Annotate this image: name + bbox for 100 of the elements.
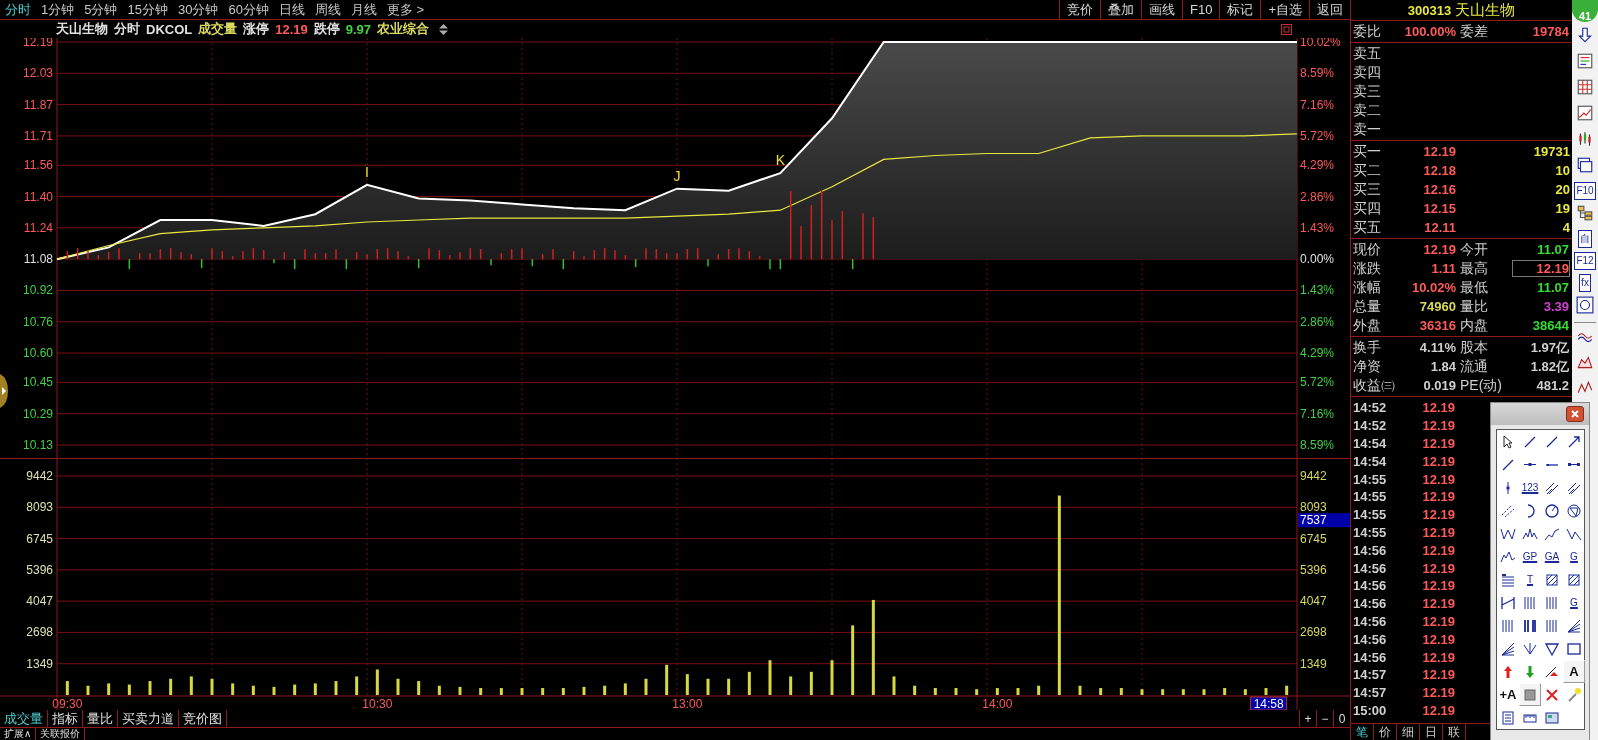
volume-bar — [127, 684, 131, 695]
tree-icon[interactable] — [1576, 204, 1594, 222]
horizontal-line-icon — [1546, 463, 1558, 466]
bottom-tab[interactable]: 成交量 — [0, 710, 48, 727]
checklist-icon[interactable] — [1576, 52, 1594, 70]
axis-label: 10.29 — [22, 406, 53, 421]
bottom-tab[interactable]: 扩展∧ — [0, 728, 37, 740]
bottom-tab[interactable]: 量比 — [83, 710, 118, 727]
axis-label: 11.56 — [23, 158, 53, 173]
field-label: 涨跌 — [1353, 259, 1382, 278]
toolbar-button[interactable]: 自 — [1578, 230, 1592, 248]
toolbar-button[interactable]: fx — [1579, 274, 1591, 292]
period-tab[interactable]: 月线 — [345, 0, 382, 19]
circle-icon[interactable] — [1576, 296, 1594, 314]
volume-bar — [1202, 689, 1206, 695]
panel-tab[interactable]: 日 — [1420, 724, 1443, 740]
collapse-tab-icon[interactable] — [0, 374, 8, 408]
drawing-tool-button[interactable]: GP — [1519, 545, 1541, 568]
period-tab[interactable]: 日线 — [273, 0, 310, 19]
trade-price: 12.19 — [1421, 631, 1455, 647]
trade-price: 12.19 — [1421, 542, 1455, 558]
field-label: 收益㈢ — [1353, 376, 1393, 395]
header-label: 天山生物 — [56, 20, 108, 38]
line-chart-icon[interactable] — [1576, 104, 1594, 122]
drawing-tool-button[interactable]: G — [1563, 591, 1585, 614]
drawing-tool-button[interactable]: 123 — [1519, 476, 1541, 499]
trade-time: 14:57 — [1352, 685, 1388, 701]
drawing-tool-button[interactable]: T — [1519, 568, 1541, 591]
close-icon — [1571, 410, 1579, 418]
table-icon[interactable] — [1576, 78, 1594, 96]
drawing-tool-button[interactable]: A — [1563, 660, 1585, 683]
ask-label: 卖三 — [1353, 82, 1382, 101]
drawing-tool-button[interactable]: GA — [1541, 545, 1563, 568]
volume-bar — [975, 689, 979, 695]
volume-bar — [830, 660, 834, 695]
period-tab[interactable]: 30分钟 — [172, 0, 224, 19]
period-tab[interactable]: 5分钟 — [79, 0, 123, 19]
bottom-tab[interactable]: 关联报价 — [36, 728, 86, 740]
volume-bar — [706, 678, 710, 695]
mountain-icon[interactable] — [1576, 353, 1594, 371]
volume-bar — [355, 676, 359, 695]
period-tab[interactable]: 60分钟 — [223, 0, 274, 19]
bottom-tab[interactable]: 竞价图 — [179, 710, 227, 727]
axis-label: 10.76 — [22, 314, 53, 329]
candlestick-icon[interactable] — [1576, 130, 1594, 148]
period-tab[interactable]: 15分钟 — [122, 0, 173, 19]
field-label: 最低 — [1459, 278, 1489, 297]
period-tab[interactable]: 周线 — [309, 0, 346, 19]
field-value: 10.02% — [1410, 279, 1457, 296]
bottom-tab[interactable]: 买卖力道 — [118, 710, 179, 727]
down-arrow-icon[interactable] — [1576, 26, 1594, 44]
cross-icon — [1544, 686, 1560, 703]
bid-price: 12.16 — [1422, 181, 1457, 198]
volume-bar — [768, 660, 772, 695]
volume-bar — [747, 671, 751, 695]
axis-label: 5396 — [26, 562, 53, 577]
window-toggle-icon[interactable] — [1281, 23, 1292, 35]
trade-time: 14:54 — [1352, 453, 1388, 469]
volume-bar — [933, 688, 937, 695]
field-label: 股本 — [1459, 338, 1489, 357]
marker-label: K — [775, 152, 785, 169]
windows-icon[interactable] — [1576, 156, 1594, 174]
panel-tab[interactable]: 细 — [1397, 724, 1420, 740]
vertical-bars-icon — [1544, 617, 1560, 634]
axis-label: 9442 — [26, 469, 53, 483]
field-value: 3.39 — [1542, 298, 1570, 315]
trade-price: 12.19 — [1421, 453, 1455, 469]
period-tab[interactable]: 分时 — [0, 0, 36, 19]
panel-tab[interactable]: 联 — [1443, 724, 1466, 740]
field-value: 12.19 — [1422, 241, 1457, 258]
sort-arrows-icon[interactable] — [439, 23, 449, 35]
vertical-bars-icon — [1544, 594, 1560, 611]
axis-label: 6745 — [1300, 531, 1327, 546]
drawing-tool-button[interactable]: +A — [1497, 683, 1519, 706]
period-tab[interactable]: 1分钟 — [36, 0, 80, 19]
trade-time: 14:56 — [1352, 631, 1388, 647]
bottom-tab[interactable]: 指标 — [48, 710, 83, 727]
period-tab[interactable]: 更多 > — [381, 0, 430, 19]
axis-label: 12.03 — [22, 66, 53, 81]
trade-time: 14:57 — [1352, 667, 1388, 683]
volume-bar — [954, 688, 958, 695]
axis-label: 5396 — [1300, 562, 1327, 577]
panel-tab[interactable]: 笔 — [1351, 724, 1374, 740]
panel-tab[interactable]: 价 — [1374, 724, 1397, 740]
drawing-tool-button[interactable]: G — [1563, 545, 1585, 568]
header-label: 涨停 — [243, 20, 270, 38]
volume-bar — [272, 686, 276, 695]
axis-label: 11.08 — [23, 252, 53, 267]
volume-bar — [334, 681, 338, 695]
volume-bar — [520, 688, 524, 695]
field-value: 1.84 — [1429, 358, 1457, 375]
toolbar-button[interactable]: F12 — [1574, 252, 1596, 270]
close-button[interactable] — [1566, 406, 1584, 422]
volume-bar — [892, 676, 896, 695]
triangle-icon — [1544, 640, 1560, 657]
volume-bar — [1140, 689, 1144, 695]
axis-label: 5.72% — [1300, 128, 1335, 143]
trade-time: 14:56 — [1352, 560, 1388, 576]
toolbar-button[interactable]: F10 — [1574, 182, 1596, 200]
trade-time: 14:56 — [1352, 613, 1388, 629]
